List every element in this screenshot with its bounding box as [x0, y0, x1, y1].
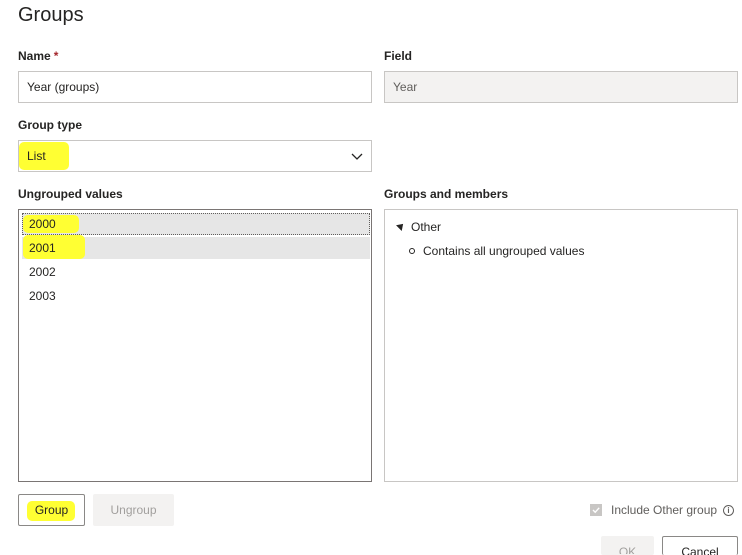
required-mark: *: [53, 49, 59, 63]
group-button[interactable]: Group: [18, 494, 85, 526]
groups-members-label: Groups and members: [384, 187, 509, 201]
list-item-label: 2003: [29, 289, 56, 303]
list-item-2003[interactable]: 2003: [22, 285, 370, 307]
name-input[interactable]: Year (groups): [18, 71, 372, 103]
list-item-label: 2002: [29, 265, 56, 279]
group-type-dropdown[interactable]: List: [18, 140, 372, 172]
cancel-button-label: Cancel: [681, 545, 719, 555]
dialog-title: Groups: [18, 4, 84, 26]
tree-group-label: Other: [411, 220, 442, 234]
list-item-label: 2001: [29, 241, 56, 255]
ungroup-button[interactable]: Ungroup: [93, 494, 174, 526]
name-label-text: Name: [18, 49, 51, 63]
checkmark-icon: [592, 507, 600, 514]
list-item-2002[interactable]: 2002: [22, 261, 370, 283]
group-type-label: Group type: [18, 118, 83, 132]
group-button-label: Group: [34, 503, 69, 517]
ok-button-label: OK: [618, 545, 637, 555]
include-other-label: Include Other group: [611, 503, 718, 517]
tree-member-label: Contains all ungrouped values: [423, 244, 585, 258]
list-item-label: 2000: [29, 217, 56, 231]
list-item-2000[interactable]: 2000: [22, 213, 370, 235]
group-type-value: List: [27, 149, 46, 163]
list-item-2001[interactable]: 2001: [22, 235, 370, 259]
cancel-button[interactable]: Cancel: [662, 536, 738, 555]
expand-triangle-icon[interactable]: [396, 221, 406, 231]
bullet-icon: [409, 248, 415, 254]
field-label: Field: [384, 49, 413, 63]
info-icon[interactable]: i: [723, 505, 734, 516]
include-other-checkbox[interactable]: [590, 504, 602, 516]
ungrouped-values-list[interactable]: 2000 2001 2002 2003: [18, 209, 372, 482]
field-value: Year: [384, 71, 738, 103]
name-label: Name *: [18, 49, 58, 63]
chevron-down-icon: [351, 153, 363, 160]
groups-members-tree[interactable]: Other Contains all ungrouped values: [384, 209, 738, 482]
ok-button[interactable]: OK: [601, 536, 654, 555]
ungrouped-values-label: Ungrouped values: [18, 187, 123, 201]
